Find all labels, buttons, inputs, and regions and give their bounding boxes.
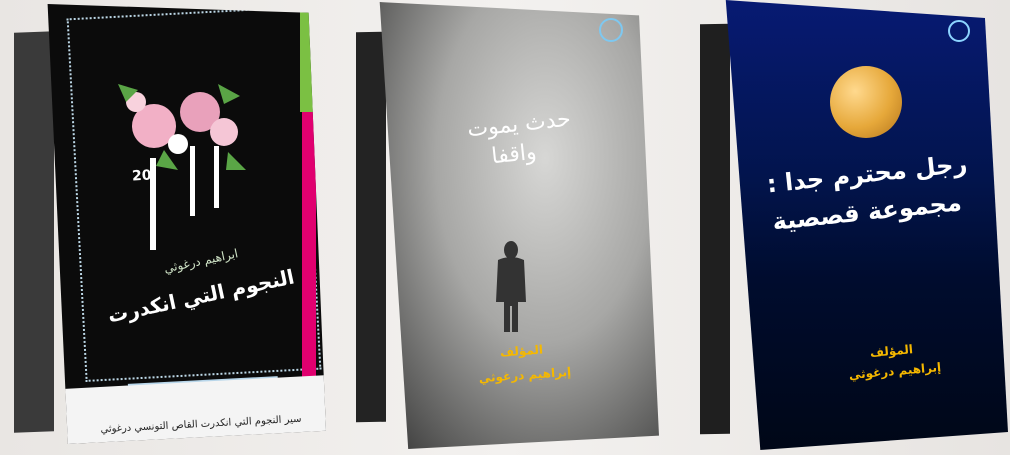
book-cover-2: حدث يموت واقفا المؤلف إبراهيم درغوثي	[356, 2, 666, 452]
cover-face: رجل محترم جدا : مجموعة قصصية المؤلف إبرا…	[725, 0, 1008, 450]
cover-face: حدث يموت واقفا المؤلف إبراهيم درغوثي	[379, 2, 659, 449]
publisher-logo-icon	[599, 18, 623, 42]
book-cover-1: 20 ابراهيم درغوثي النجوم التي انكدرت سير…	[14, 4, 334, 449]
author-label: المؤلف	[869, 342, 914, 360]
book-cover-3: رجل محترم جدا : مجموعة قصصية المؤلف إبرا…	[700, 0, 1010, 450]
publisher-logo-icon	[948, 20, 970, 42]
author-name: إبراهيم درغوثي	[478, 364, 572, 386]
cover-number: 20	[131, 167, 152, 185]
green-spine-strip	[300, 12, 314, 112]
silhouette-figure-icon	[496, 241, 526, 332]
book-title-line-1: حدث يموت	[466, 106, 572, 143]
book-spine	[356, 31, 386, 423]
pink-spine-strip	[302, 112, 316, 392]
cover-face: 20 ابراهيم درغوثي النجوم التي انكدرت سير…	[47, 4, 326, 444]
flower-illustration	[118, 84, 246, 250]
author-label: المؤلف	[499, 342, 544, 360]
book-spine	[700, 23, 730, 435]
moon-icon	[830, 66, 902, 138]
book-spine	[14, 31, 54, 433]
book-title-line-2: واقفا	[490, 139, 538, 170]
author-name: إبراهيم درغوثي	[848, 359, 942, 383]
